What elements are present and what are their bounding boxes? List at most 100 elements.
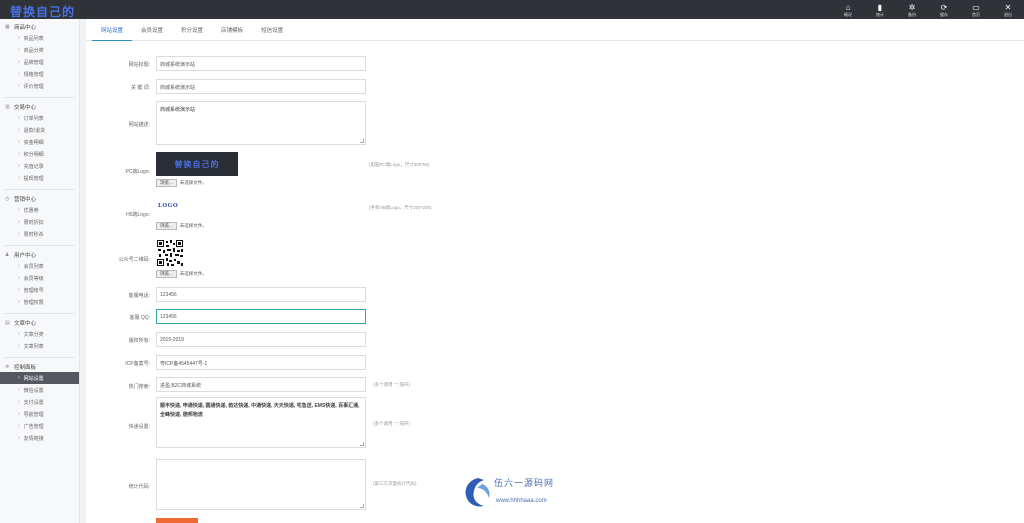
chevron-right-icon: ›	[18, 207, 20, 213]
sidebar-item[interactable]: › 退款/退货	[0, 124, 79, 136]
sidebar-item[interactable]: › 商品分类	[0, 44, 79, 56]
brand-logo[interactable]: 替换自己的	[10, 3, 75, 20]
browse-button[interactable]: 浏览...	[156, 269, 177, 278]
monitor-icon: ▭	[972, 2, 980, 12]
sidebar-group-marketing: ◷ 营销中心 › 优惠券 › 限时折扣 › 限时秒杀	[0, 193, 79, 240]
chevron-right-icon: ›	[18, 287, 20, 293]
sidebar-item[interactable]: › 导航管理	[0, 408, 79, 420]
tab-member-settings[interactable]: 会员设置	[132, 19, 172, 41]
sidebar-item[interactable]: › 规格管理	[0, 68, 79, 80]
sidebar-item[interactable]: › 品牌管理	[0, 56, 79, 68]
chevron-right-icon: ›	[18, 263, 20, 269]
browse-button[interactable]: 浏览...	[156, 178, 177, 187]
express-textarea[interactable]: 顺丰快递, 申通快递, 圆通快递, 韵达快递, 中通快递, 天天快递, 宅急送,…	[156, 397, 366, 448]
hot-search-input[interactable]: 进盈,B2C商城系统	[156, 377, 366, 392]
qr-code-label: 公众号二维码:	[118, 257, 150, 263]
chevron-right-icon: ›	[18, 115, 20, 121]
save-button[interactable]	[156, 518, 198, 523]
chevron-right-icon: ›	[18, 47, 20, 53]
nav-overview-button[interactable]: ⌂ 概况	[832, 0, 864, 19]
express-hint: (多个请用 "," 隔开)	[373, 421, 410, 426]
sidebar-item[interactable]: › 限时折扣	[0, 216, 79, 228]
chevron-right-icon: ›	[18, 435, 20, 441]
description-textarea[interactable]: 商城系统演示站	[156, 101, 366, 145]
sidebar-item[interactable]: › 文章列表	[0, 340, 79, 352]
chevron-right-icon: ›	[18, 231, 20, 237]
sidebar-group-header[interactable]: ▦ 商品中心	[0, 21, 79, 32]
tab-sms-settings[interactable]: 短信设置	[252, 19, 292, 41]
sidebar-item[interactable]: › 友情链接	[0, 432, 79, 444]
sidebar-item[interactable]: › 会员列表	[0, 260, 79, 272]
h5-logo-label: H5端Logo:	[126, 212, 150, 218]
copyright-input[interactable]: 2015-2019	[156, 332, 366, 347]
sidebar-item[interactable]: › 订单列表	[0, 112, 79, 124]
sidebar-group-header[interactable]: ◷ 营销中心	[0, 193, 79, 204]
sidebar-group-goods: ▦ 商品中心 › 商品列表 › 商品分类 › 品牌管理 › 规格管理 › 评价管理	[0, 21, 79, 92]
sidebar-item[interactable]: › 充值记录	[0, 160, 79, 172]
divider	[4, 97, 75, 98]
site-title-input[interactable]: 商城系统演示站	[156, 56, 366, 71]
nav-stats-button[interactable]: ▮ 统计	[864, 0, 896, 19]
sidebar-group-header[interactable]: ▥ 交易中心	[0, 101, 79, 112]
qq-label: 客服 QQ:	[129, 315, 150, 321]
express-label: 快递设置:	[128, 424, 150, 430]
resize-grip-icon[interactable]	[360, 504, 364, 508]
sidebar-item[interactable]: › 优惠券	[0, 204, 79, 216]
browse-button[interactable]: 浏览...	[156, 221, 177, 230]
chevron-right-icon: ›	[18, 375, 20, 381]
resize-grip-icon[interactable]	[360, 139, 364, 143]
nav-logout-button[interactable]: ✕ 退出	[992, 0, 1024, 19]
chevron-right-icon: ›	[18, 299, 20, 305]
sidebar-item[interactable]: › 积分明细	[0, 148, 79, 160]
keywords-input[interactable]: 商城系统演示站	[156, 79, 366, 94]
h5-logo-file-input[interactable]: 浏览... 未选择文件。	[156, 221, 207, 230]
sidebar-item[interactable]: › 管理权限	[0, 296, 79, 308]
sidebar: ▦ 商品中心 › 商品列表 › 商品分类 › 品牌管理 › 规格管理 › 评价管理 ▥ 交易中…	[0, 19, 80, 523]
chevron-right-icon: ›	[18, 163, 20, 169]
sidebar-item[interactable]: › 广告管理	[0, 420, 79, 432]
sidebar-group-header[interactable]: ✲ 控制面板	[0, 361, 79, 372]
copyright-label: 版权所有:	[128, 338, 150, 344]
phone-input[interactable]: 123456	[156, 287, 366, 302]
tab-points-settings[interactable]: 积分设置	[172, 19, 212, 41]
watermark: 伍六一源码网 www.hhhhaaa.com	[462, 476, 582, 512]
sidebar-item[interactable]: › 文章分类	[0, 328, 79, 340]
refresh-icon: ⟳	[940, 2, 948, 12]
nav-home-button[interactable]: ▭ 首页	[960, 0, 992, 19]
sidebar-item[interactable]: › 会员等级	[0, 272, 79, 284]
icp-label: ICP备案号:	[125, 361, 150, 367]
home-icon: ⌂	[845, 2, 851, 12]
sidebar-item[interactable]: › 微信设置	[0, 384, 79, 396]
qr-code-file-input[interactable]: 浏览... 未选择文件。	[156, 269, 207, 278]
sidebar-item[interactable]: › 提现管理	[0, 172, 79, 184]
watermark-logo-icon	[465, 478, 490, 507]
tab-store-template[interactable]: 店铺模板	[212, 19, 252, 41]
divider	[4, 245, 75, 246]
qq-input[interactable]: 123456	[156, 309, 366, 324]
tab-site-settings[interactable]: 网站设置	[92, 19, 133, 41]
sidebar-item[interactable]: › 商品列表	[0, 32, 79, 44]
site-title-label: 网站标题:	[128, 62, 150, 68]
sidebar-item[interactable]: › 评价管理	[0, 80, 79, 92]
resize-grip-icon[interactable]	[360, 442, 364, 446]
pc-logo-file-input[interactable]: 浏览... 未选择文件。	[156, 178, 207, 187]
main-panel: 网站设置 会员设置 积分设置 店铺模板 短信设置 网站标题: 商城系统演示站 关…	[86, 19, 1024, 523]
nav-cache-button[interactable]: ⟳ 缓存	[928, 0, 960, 19]
sidebar-item[interactable]: › 限时秒杀	[0, 228, 79, 240]
chevron-right-icon: ›	[18, 331, 20, 337]
sidebar-group-header[interactable]: ▤ 文章中心	[0, 317, 79, 328]
chart-icon: ▥	[5, 103, 10, 110]
stats-code-textarea[interactable]	[156, 459, 366, 510]
sidebar-item-site-settings[interactable]: › 网站设置	[0, 372, 79, 384]
watermark-title: 伍六一源码网	[494, 479, 555, 489]
icp-input[interactable]: 粤ICP备4545447号-1	[156, 355, 366, 370]
nav-backup-button[interactable]: ✲ 备份	[896, 0, 928, 19]
sidebar-item[interactable]: › 支付设置	[0, 396, 79, 408]
sidebar-item[interactable]: › 资金明细	[0, 136, 79, 148]
pc-logo-hint: (电脑PC端Logo，尺寸300*55)	[369, 162, 430, 167]
sidebar-item[interactable]: › 管理帐号	[0, 284, 79, 296]
sidebar-group-articles: ▤ 文章中心 › 文章分类 › 文章列表	[0, 317, 79, 352]
divider	[4, 189, 75, 190]
sidebar-group-header[interactable]: ♟ 用户中心	[0, 249, 79, 260]
chevron-right-icon: ›	[18, 411, 20, 417]
